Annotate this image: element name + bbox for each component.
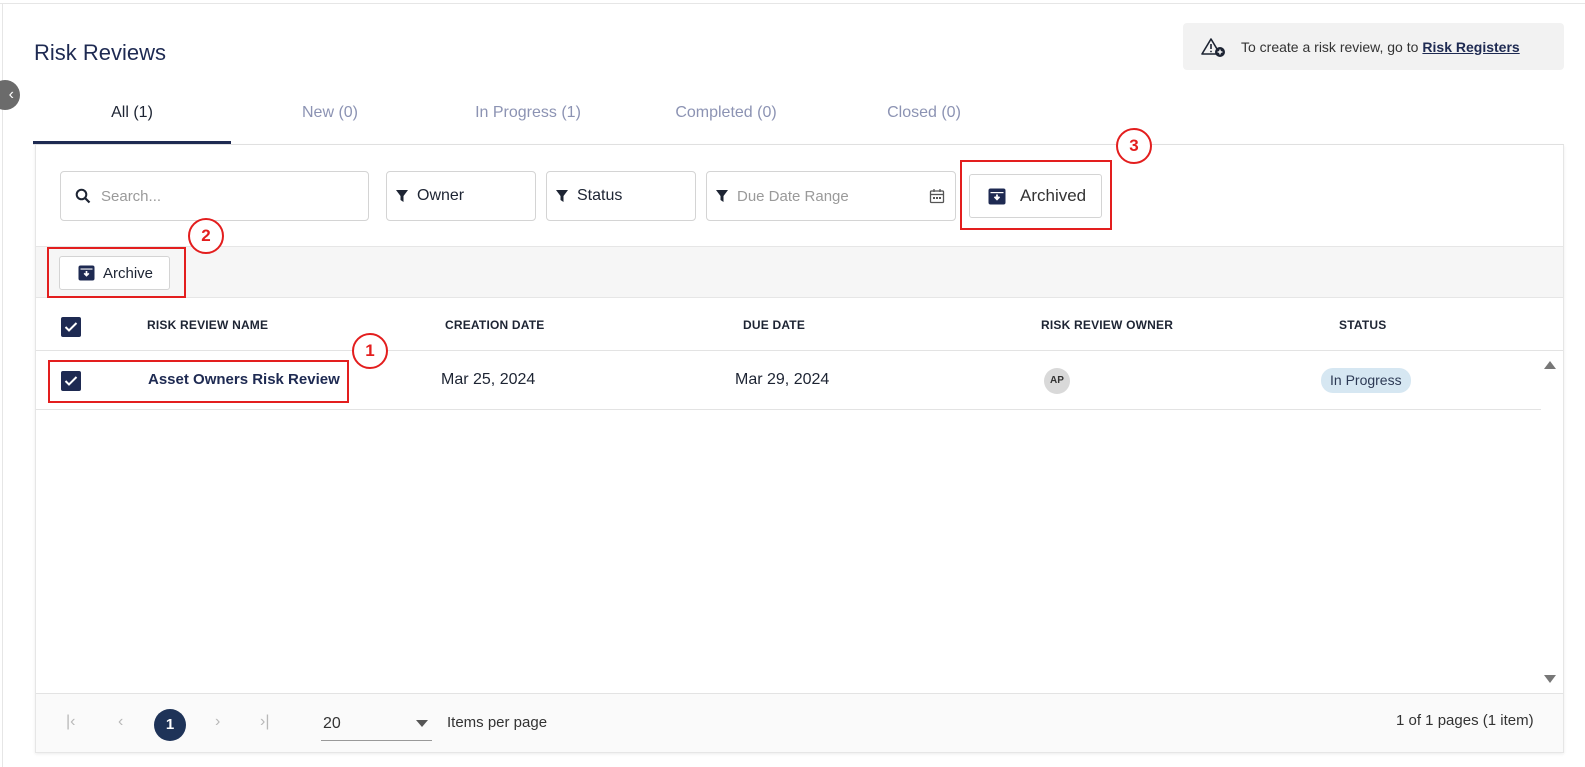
column-header-owner[interactable]: RISK REVIEW OWNER: [1041, 318, 1173, 332]
bulk-actions-bar: [36, 246, 1563, 298]
collapse-sidebar-button[interactable]: ‹: [0, 80, 20, 110]
column-header-due-date[interactable]: DUE DATE: [743, 318, 805, 332]
risk-registers-link[interactable]: Risk Registers: [1422, 39, 1519, 55]
left-divider: [2, 3, 3, 767]
annotation-number-2: 2: [188, 218, 224, 254]
previous-page-icon[interactable]: ‹: [118, 713, 123, 731]
tab-completed[interactable]: Completed (0): [627, 92, 825, 144]
items-per-page-label: Items per page: [447, 714, 548, 731]
owner-avatar: AP: [1044, 368, 1070, 394]
page-size-select[interactable]: 20: [321, 711, 432, 741]
status-tabs: All (1) New (0) In Progress (1) Complete…: [33, 92, 1023, 144]
alert-add-icon: [1201, 37, 1225, 57]
first-page-icon[interactable]: |‹: [66, 713, 75, 731]
annotation-number-1: 1: [352, 333, 388, 369]
calendar-icon[interactable]: [929, 188, 945, 204]
check-icon: [64, 322, 78, 332]
scroll-down-arrow[interactable]: [1544, 675, 1556, 683]
tab-closed[interactable]: Closed (0): [825, 92, 1023, 144]
due-date-placeholder: Due Date Range: [737, 187, 849, 205]
due-date-cell: Mar 29, 2024: [735, 371, 830, 388]
annotation-number-3: 3: [1116, 128, 1152, 164]
filter-icon: [716, 190, 728, 202]
search-placeholder: Search...: [101, 187, 162, 205]
row-divider: [36, 409, 1541, 410]
last-page-icon[interactable]: ›|: [260, 713, 269, 731]
due-date-range-filter[interactable]: Due Date Range: [706, 171, 956, 221]
chevron-left-icon: ‹: [8, 86, 14, 103]
top-divider: [0, 3, 1585, 4]
search-icon: [75, 188, 91, 204]
pagination-summary: 1 of 1 pages (1 item): [1396, 712, 1534, 729]
table-panel: [35, 145, 1564, 753]
page-size-value: 20: [323, 715, 341, 732]
tab-all[interactable]: All (1): [33, 92, 231, 144]
creation-date-cell: Mar 25, 2024: [441, 371, 536, 388]
page-number-button[interactable]: 1: [154, 709, 186, 741]
status-filter-label: Status: [577, 187, 623, 204]
scroll-up-arrow[interactable]: [1544, 361, 1556, 369]
page-title: Risk Reviews: [34, 40, 167, 65]
filter-icon: [396, 190, 408, 202]
caret-down-icon: [416, 720, 428, 727]
annotation-box-3: [960, 160, 1112, 230]
tab-in-progress[interactable]: In Progress (1): [429, 92, 627, 144]
info-banner-text: To create a risk review, go to: [1241, 38, 1419, 55]
search-input[interactable]: Search...: [60, 171, 369, 221]
status-badge: In Progress: [1321, 368, 1411, 393]
column-header-name[interactable]: RISK REVIEW NAME: [147, 318, 268, 332]
owner-filter[interactable]: Owner: [386, 171, 536, 221]
owner-filter-label: Owner: [417, 187, 465, 204]
next-page-icon[interactable]: ›: [215, 713, 220, 731]
annotation-box-2: [47, 247, 186, 298]
header-divider: [36, 350, 1563, 351]
column-header-status[interactable]: STATUS: [1339, 318, 1386, 332]
status-filter[interactable]: Status: [546, 171, 696, 221]
filter-icon: [556, 190, 568, 202]
select-all-checkbox[interactable]: [61, 317, 81, 337]
column-header-creation-date[interactable]: CREATION DATE: [445, 318, 545, 332]
info-banner: To create a risk review, go to Risk Regi…: [1183, 23, 1564, 70]
tab-new[interactable]: New (0): [231, 92, 429, 144]
annotation-box-1: [48, 360, 349, 403]
